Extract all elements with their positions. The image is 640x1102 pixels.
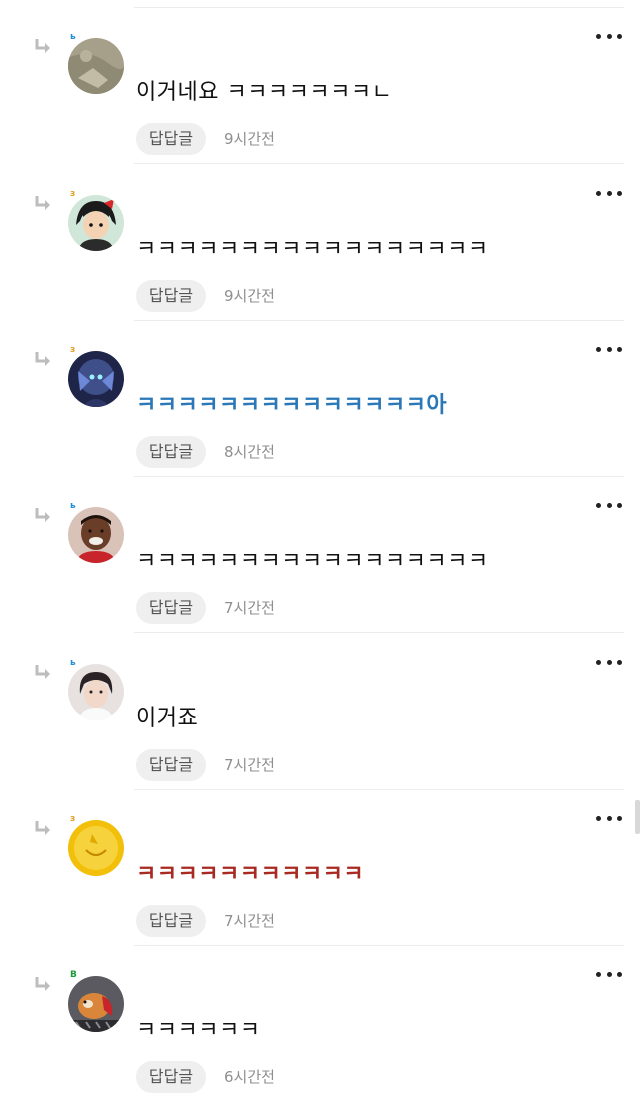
reply-arrow-icon: [35, 508, 50, 522]
avatar[interactable]: [68, 351, 124, 407]
timestamp: 9시간전: [224, 130, 275, 148]
avatar[interactable]: [68, 195, 124, 251]
reply-button[interactable]: 답답글: [136, 592, 206, 624]
yellow-sun-avatar-icon: [68, 820, 124, 876]
reply-button[interactable]: 답답글: [136, 280, 206, 312]
more-options-button[interactable]: [596, 28, 622, 44]
reply-arrow-icon: [35, 977, 50, 991]
divider: [134, 163, 624, 164]
timestamp: 7시간전: [224, 756, 275, 774]
reply-button[interactable]: 답답글: [136, 905, 206, 937]
more-options-button[interactable]: [596, 341, 622, 357]
comment-item: ь 이거네요 ㅋㅋㅋㅋㅋㅋㅋㄴ 답답글 9시간전: [0, 8, 640, 164]
comment-item: з ㅋㅋㅋㅋㅋㅋㅋㅋㅋㅋㅋㅋㅋㅋㅋㅋㅋ 답답글 9시간전: [0, 165, 640, 321]
more-options-button[interactable]: [596, 654, 622, 670]
timestamp: 7시간전: [224, 912, 275, 930]
comment-item: ь 이거죠 답답글 7시간전: [0, 634, 640, 790]
comment-item: В ㅋㅋㅋㅋㅋㅋ 답답글 6시간전: [0, 946, 640, 1102]
reply-button[interactable]: 답답글: [136, 1061, 206, 1093]
reply-arrow-icon: [35, 821, 50, 835]
comment-item: ь ㅋㅋㅋㅋㅋㅋㅋㅋㅋㅋㅋㅋㅋㅋㅋㅋㅋ 답답글 7시간전: [0, 477, 640, 633]
reply-arrow-icon: [35, 352, 50, 366]
level-badge: з: [70, 345, 76, 355]
game-character-avatar-icon: [68, 351, 124, 407]
level-badge: з: [70, 814, 76, 824]
reply-arrow-icon: [35, 196, 50, 210]
level-badge: з: [70, 189, 76, 199]
reply-button[interactable]: 답답글: [136, 749, 206, 781]
level-badge: ь: [70, 658, 76, 668]
comment-item: з ㅋㅋㅋㅋㅋㅋㅋㅋㅋㅋㅋ 답답글 7시간전: [0, 790, 640, 946]
stone-wall-avatar-icon: [68, 38, 124, 94]
avatar[interactable]: [68, 507, 124, 563]
comment-text: ㅋㅋㅋㅋㅋㅋㅋㅋㅋㅋㅋㅋㅋㅋ아: [136, 393, 448, 418]
more-options-button[interactable]: [596, 966, 622, 982]
reply-arrow-icon: [35, 39, 50, 53]
comment-text: ㅋㅋㅋㅋㅋㅋ: [136, 1018, 261, 1043]
more-options-button[interactable]: [596, 497, 622, 513]
comment-text: ㅋㅋㅋㅋㅋㅋㅋㅋㅋㅋㅋㅋㅋㅋㅋㅋㅋ: [136, 549, 489, 574]
comment-item: з ㅋㅋㅋㅋㅋㅋㅋㅋㅋㅋㅋㅋㅋㅋ아 답답글 8시간전: [0, 321, 640, 477]
comment-text: ㅋㅋㅋㅋㅋㅋㅋㅋㅋㅋㅋㅋㅋㅋㅋㅋㅋ: [136, 237, 489, 262]
timestamp: 7시간전: [224, 599, 275, 617]
avatar[interactable]: [68, 976, 124, 1032]
reply-arrow-icon: [35, 665, 50, 679]
timestamp: 6시간전: [224, 1068, 275, 1086]
dog-avatar-icon: [68, 976, 124, 1032]
anime-girl-avatar-icon: [68, 195, 124, 251]
level-badge: ь: [70, 501, 76, 511]
comment-text: 이거죠: [136, 706, 199, 731]
reply-button[interactable]: 답답글: [136, 123, 206, 155]
reply-button[interactable]: 답답글: [136, 436, 206, 468]
level-badge: ь: [70, 32, 76, 42]
timestamp: 8시간전: [224, 443, 275, 461]
level-badge: В: [70, 970, 77, 980]
avatar[interactable]: [68, 664, 124, 720]
divider: [134, 632, 624, 633]
comment-text: 이거네요 ㅋㅋㅋㅋㅋㅋㅋㄴ: [136, 80, 393, 105]
avatar[interactable]: [68, 38, 124, 94]
comment-text: ㅋㅋㅋㅋㅋㅋㅋㅋㅋㅋㅋ: [136, 862, 365, 887]
scrollbar[interactable]: [635, 800, 640, 834]
timestamp: 9시간전: [224, 287, 275, 305]
more-options-button[interactable]: [596, 185, 622, 201]
avatar[interactable]: [68, 820, 124, 876]
person-portrait-avatar-icon: [68, 664, 124, 720]
more-options-button[interactable]: [596, 810, 622, 826]
man-face-avatar-icon: [68, 507, 124, 563]
